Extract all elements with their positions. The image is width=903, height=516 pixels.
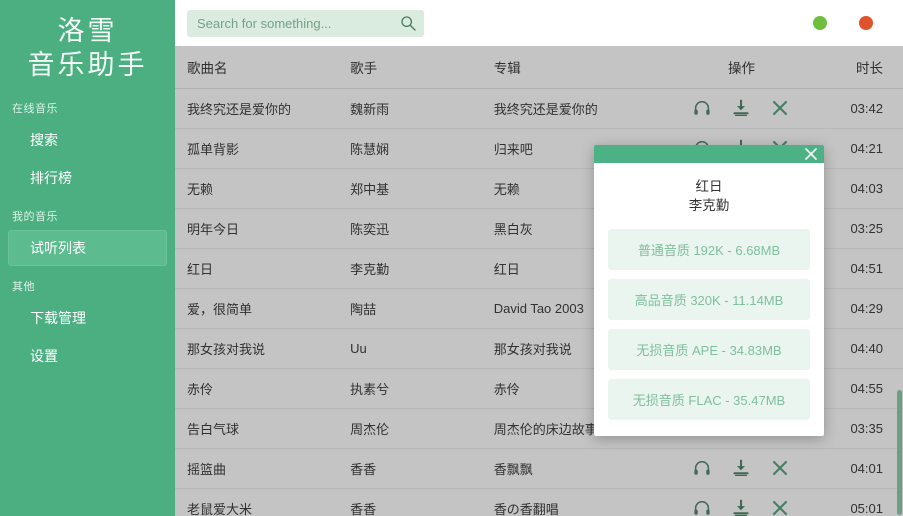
close-icon[interactable] [804,147,818,161]
search-icon[interactable] [400,15,416,31]
search-input[interactable] [197,16,400,31]
modal-song-artist: 李克勤 [608,196,810,215]
quality-option[interactable]: 无损音质 FLAC - 35.47MB [608,379,810,420]
quality-option-list: 普通音质 192K - 6.68MB 高品音质 320K - 11.14MB 无损音… [608,229,810,420]
close-dot[interactable] [859,16,873,30]
modal-body: 红日 李克勤 普通音质 192K - 6.68MB 高品音质 320K - 11.… [594,163,824,436]
download-quality-modal: 红日 李克勤 普通音质 192K - 6.68MB 高品音质 320K - 11.… [594,145,824,436]
nav-group-mymusic: 我的音乐 试听列表 [0,198,175,266]
app-logo: 洛雪 音乐助手 [0,0,175,90]
table-scrollbar-thumb[interactable] [897,390,902,515]
quality-option[interactable]: 高品音质 320K - 11.14MB [608,279,810,320]
nav-group-title-mymusic: 我的音乐 [0,198,175,228]
window-controls [813,16,885,30]
modal-song-title: 红日 [608,177,810,196]
nav-group-online: 在线音乐 搜索 排行榜 [0,90,175,196]
minimize-dot[interactable] [813,16,827,30]
app-window: 洛雪 音乐助手 在线音乐 搜索 排行榜 我的音乐 试听列表 其他 下载管理 设置 [0,0,903,516]
nav-group-title-online: 在线音乐 [0,90,175,120]
modal-song-info: 红日 李克勤 [608,177,810,229]
quality-option[interactable]: 普通音质 192K - 6.68MB [608,229,810,270]
table-scrollbar-track[interactable] [896,46,903,516]
brand-line-1: 洛雪 [58,16,118,46]
brand-line-2: 音乐助手 [0,48,175,82]
sidebar: 洛雪 音乐助手 在线音乐 搜索 排行榜 我的音乐 试听列表 其他 下载管理 设置 [0,0,175,516]
main-content: 歌曲名 歌手 专辑 操作 时长 我终究还是爱你的魏新雨我终究还是爱你的03:42… [175,0,903,516]
sidebar-item-search[interactable]: 搜索 [8,122,167,158]
nav-group-title-other: 其他 [0,268,175,298]
nav-group-other: 其他 下载管理 设置 [0,268,175,374]
search-box[interactable] [187,10,424,37]
sidebar-item-ranking[interactable]: 排行榜 [8,160,167,196]
topbar [175,0,903,46]
sidebar-item-downloads[interactable]: 下载管理 [8,300,167,336]
sidebar-item-playlist[interactable]: 试听列表 [8,230,167,266]
sidebar-item-settings[interactable]: 设置 [8,338,167,374]
modal-titlebar [594,145,824,163]
quality-option[interactable]: 无损音质 APE - 34.83MB [608,329,810,370]
